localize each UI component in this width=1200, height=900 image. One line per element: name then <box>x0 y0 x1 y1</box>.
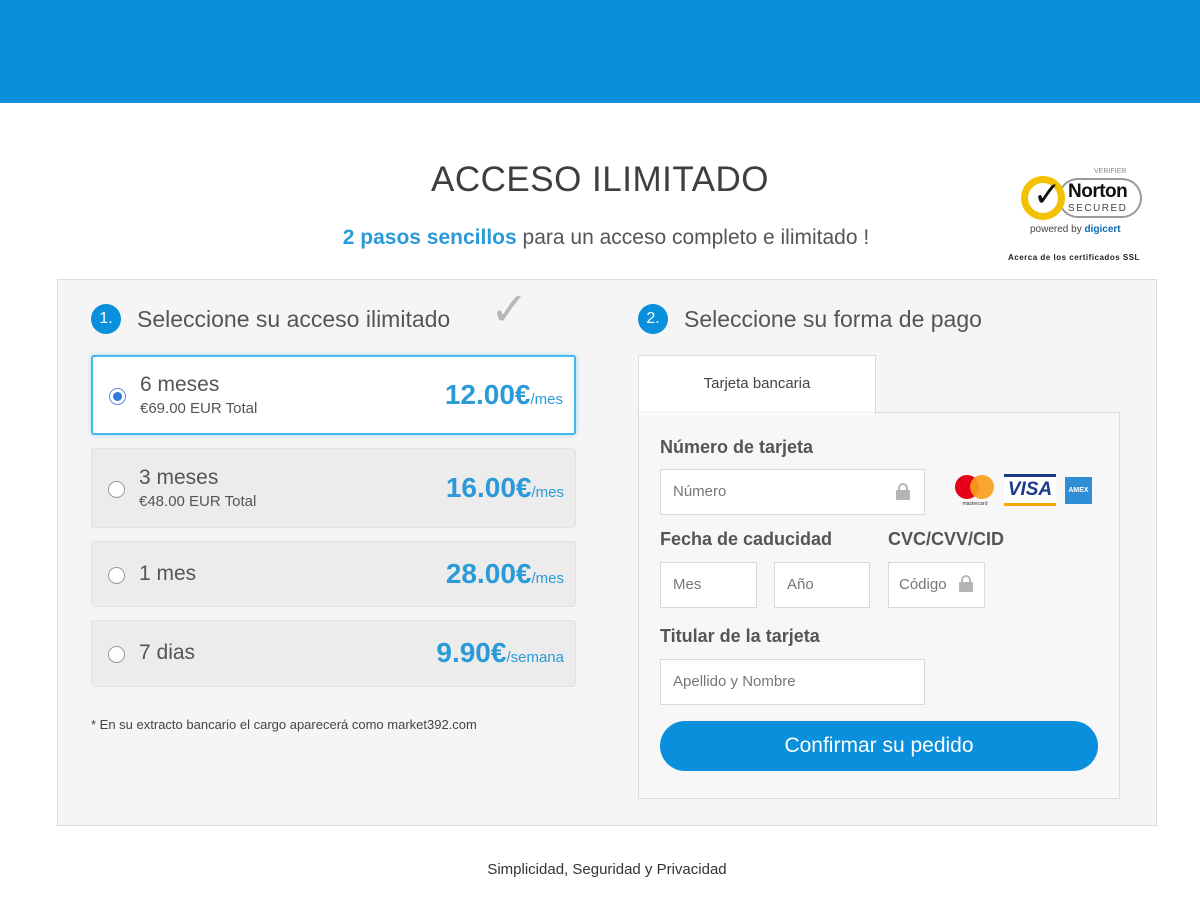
radio-icon[interactable] <box>108 646 125 663</box>
plan-name: 7 dias <box>139 641 196 664</box>
step-1-header: 1. Seleccione su acceso ilimitado <box>91 304 450 334</box>
norton-secured-badge[interactable]: VERIFIER ✓ Norton SECURED powered by dig… <box>1008 164 1160 264</box>
plan-total: €48.00 EUR Total <box>139 493 257 510</box>
plan-name: 3 meses <box>139 466 219 489</box>
card-holder-label: Titular de la tarjeta <box>660 626 820 646</box>
badge-verifier: VERIFIER <box>1094 168 1127 175</box>
step-2-header: 2. Seleccione su forma de pago <box>638 304 982 334</box>
radio-icon[interactable] <box>109 388 126 405</box>
expiry-label: Fecha de caducidad <box>660 529 833 549</box>
step-1-label: Seleccione su acceso ilimitado <box>137 305 451 332</box>
plan-option-1-mes[interactable]: 1 mes 28.00€/mes <box>91 541 576 607</box>
plan-option-7-dias[interactable]: 7 dias 9.90€/semana <box>91 620 576 687</box>
plan-option-3-meses[interactable]: 3 meses €48.00 EUR Total 16.00€/mes <box>91 448 576 528</box>
mastercard-icon: mastercard <box>953 475 997 507</box>
card-number-input[interactable]: Número <box>660 469 925 515</box>
badge-secured: SECURED <box>1068 203 1128 214</box>
visa-icon: VISA <box>1004 474 1056 506</box>
plan-name: 6 meses <box>140 373 220 396</box>
plan-price: 12.00€/mes <box>444 379 563 410</box>
expiry-month-input[interactable]: Mes <box>660 562 757 608</box>
plan-price: 9.90€/semana <box>436 637 564 668</box>
card-holder-input[interactable]: Apellido y Nombre <box>660 659 925 705</box>
subtitle-text: para un acceso completo e ilimitado ! <box>516 226 870 249</box>
lock-icon <box>896 483 910 500</box>
footer-tagline: Simplicidad, Seguridad y Privacidad <box>487 861 727 878</box>
plan-total: €69.00 EUR Total <box>140 400 258 417</box>
plan-price: 16.00€/mes <box>445 472 564 503</box>
badge-powered-by: powered by digicert <box>1030 224 1121 235</box>
subtitle-highlight: 2 pasos sencillos <box>342 226 517 249</box>
tab-tarjeta-bancaria[interactable]: Tarjeta bancaria <box>638 355 876 415</box>
expiry-year-input[interactable]: Año <box>774 562 870 608</box>
checkmark-icon: ✓ <box>490 283 529 335</box>
plan-option-6-meses[interactable]: 6 meses €69.00 EUR Total 12.00€/mes <box>91 355 576 435</box>
cvc-label: CVC/CVV/CID <box>888 529 1005 549</box>
plan-name: 1 mes <box>139 562 197 585</box>
billing-note: * En su extracto bancario el cargo apare… <box>91 717 477 732</box>
step-2-number: 2. <box>638 304 668 334</box>
radio-icon[interactable] <box>108 567 125 584</box>
lock-icon <box>959 575 973 592</box>
step-1-number: 1. <box>91 304 121 334</box>
confirm-order-button[interactable]: Confirmar su pedido <box>660 721 1098 771</box>
tab-connector <box>639 411 875 414</box>
card-number-label: Número de tarjeta <box>660 437 814 457</box>
ssl-certificates-link[interactable]: Acerca de los certificados SSL <box>1008 253 1140 262</box>
top-banner <box>0 0 1200 103</box>
norton-check-icon: ✓ <box>1021 176 1065 220</box>
plan-price: 28.00€/mes <box>445 558 564 589</box>
badge-brand: Norton <box>1068 181 1128 202</box>
step-2-label: Seleccione su forma de pago <box>684 305 982 332</box>
radio-icon[interactable] <box>108 481 125 498</box>
amex-icon: AMEX <box>1065 477 1092 504</box>
